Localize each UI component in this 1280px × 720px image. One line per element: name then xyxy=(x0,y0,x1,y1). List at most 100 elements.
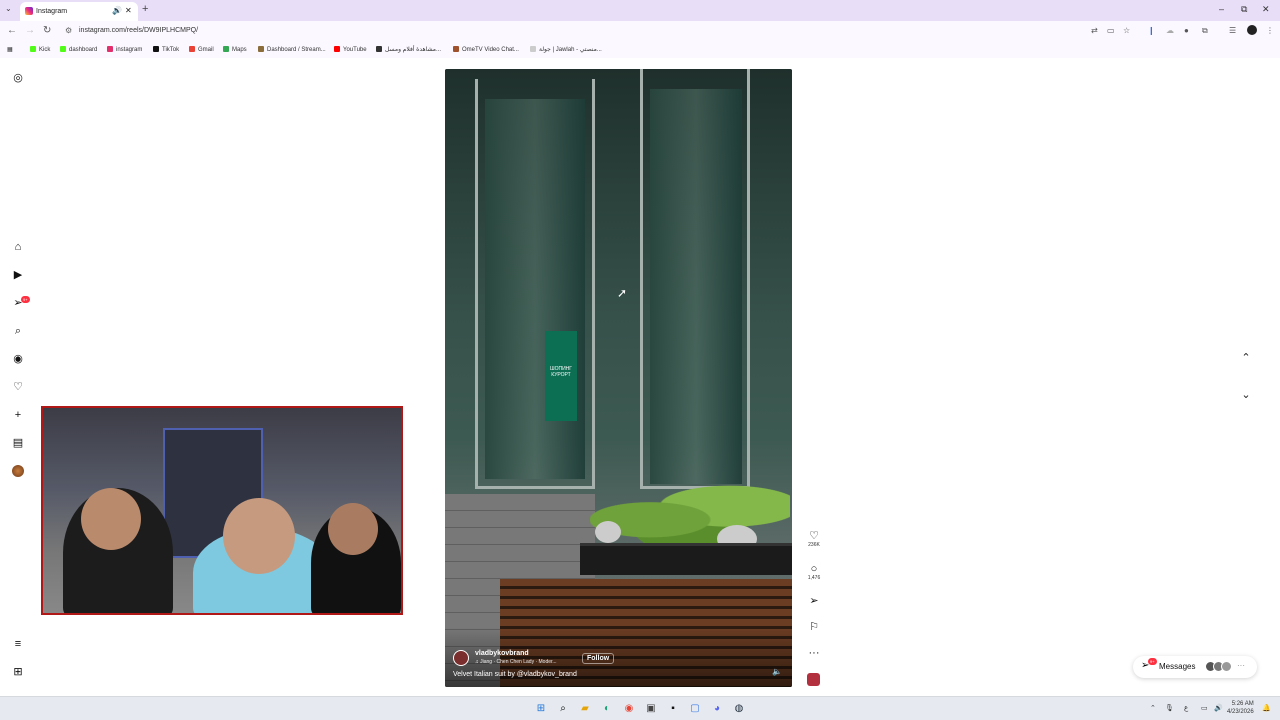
bookmark-ometv[interactable]: OmeTV Video Chat... xyxy=(453,46,519,53)
chrome-icon[interactable]: ◉ xyxy=(622,702,636,716)
stream-icon xyxy=(258,46,264,52)
tab-search-button[interactable]: ⌄ xyxy=(5,4,12,13)
file-explorer-icon[interactable]: ▰ xyxy=(578,702,592,716)
extension-badge-icon[interactable]: ● xyxy=(1184,26,1189,35)
bookmark-dashboard[interactable]: dashboard xyxy=(60,46,97,53)
window-close-button[interactable]: ✕ xyxy=(1262,4,1270,15)
avatar xyxy=(1221,661,1232,672)
speaker-icon[interactable]: 🔊 xyxy=(112,6,122,15)
forward-icon[interactable]: → xyxy=(25,25,35,36)
notifications-icon[interactable]: 🔔 xyxy=(1262,704,1271,712)
bookmark-jawlah[interactable]: جولة | Jawlah - منصتي... xyxy=(530,46,602,53)
bookmark-kick[interactable]: Kick xyxy=(30,46,50,53)
reel-author-avatar[interactable] xyxy=(453,650,469,666)
bookmark-star-icon[interactable]: ☆ xyxy=(1123,26,1130,35)
extension-icon[interactable]: ❙ xyxy=(1148,26,1155,35)
next-reel-button[interactable]: ⌄ xyxy=(1236,388,1256,408)
messages-badge: 9+ xyxy=(1148,658,1157,665)
original-audio-thumbnail[interactable] xyxy=(807,673,820,686)
more-icon: ··· xyxy=(808,647,820,659)
discord-icon[interactable]: ◕ xyxy=(710,702,724,716)
instagram-logo-icon[interactable]: ◎ xyxy=(11,71,25,85)
tray-overflow-icon[interactable]: ⌃ xyxy=(1150,704,1156,712)
browser-menu-icon[interactable]: ⋮ xyxy=(1266,26,1274,35)
windows-start-icon[interactable]: ⊞ xyxy=(534,702,548,716)
bookmarks-bar: ▦ Kick dashboard instagram TikTok Gmail … xyxy=(0,42,1280,58)
messages-button[interactable]: ➢ 9+ Messages ··· xyxy=(1133,656,1257,678)
share-button[interactable]: ➢ xyxy=(805,595,823,607)
messages-more: ··· xyxy=(1237,661,1245,670)
explore-icon[interactable]: ◉ xyxy=(11,352,25,366)
windows-taskbar: ⊞ ⌕ ▰ ◐ ◉ ▣ ▪ ▢ ◕ ◍ ⌃ 🎙 ع ▭ 🔊 5:26 AM 4/… xyxy=(0,696,1280,720)
translate-icon[interactable]: ⇄ xyxy=(1091,26,1098,35)
clock[interactable]: 5:26 AM 4/23/2026 xyxy=(1227,700,1254,716)
site-info-icon[interactable]: ⚙ xyxy=(65,26,72,35)
address-bar[interactable]: ⚙ instagram.com/reels/DW9IPLHCMPQ/ xyxy=(60,23,1140,40)
jawlah-icon xyxy=(530,46,536,52)
bookmark-dashboard-stream[interactable]: Dashboard / Stream... xyxy=(258,46,326,53)
new-tab-button[interactable]: + xyxy=(142,3,148,15)
comment-button[interactable]: ○ 1,476 xyxy=(805,563,823,581)
meta-apps-icon[interactable]: ⊞ xyxy=(11,665,25,679)
save-button[interactable]: ⚐ xyxy=(805,621,823,633)
maps-icon xyxy=(223,46,229,52)
more-menu-icon[interactable]: ≡ xyxy=(11,637,25,651)
app-icon[interactable]: ▢ xyxy=(688,702,702,716)
webcam-overlay xyxy=(41,406,403,615)
back-icon[interactable]: ← xyxy=(7,25,17,36)
volume-icon[interactable]: 🔊 xyxy=(1214,704,1223,712)
heart-icon[interactable]: ♡ xyxy=(11,380,25,394)
comment-icon: ○ xyxy=(810,563,818,575)
share-icon: ➢ xyxy=(809,595,819,607)
bookmark-gmail[interactable]: Gmail xyxy=(189,46,214,53)
reel-username[interactable]: vladbykovbrand xyxy=(475,650,529,657)
ometv-icon xyxy=(453,46,459,52)
bookmark-instagram[interactable]: instagram xyxy=(107,46,142,53)
mute-icon[interactable]: 🔈 xyxy=(772,667,782,676)
taskbar-search-icon[interactable]: ⌕ xyxy=(556,702,570,716)
network-icon[interactable]: ▭ xyxy=(1201,704,1208,712)
instagram-icon xyxy=(107,46,113,52)
edge-icon[interactable]: ◐ xyxy=(600,702,614,716)
home-icon[interactable]: ⌂ xyxy=(11,240,25,254)
reel-video[interactable]: ШОПИНГ КУРОРТ vladbykovbrand ♫ Jiang · C… xyxy=(445,69,792,687)
tab-title: Instagram xyxy=(36,8,68,15)
kick-icon xyxy=(60,46,66,52)
minimize-button[interactable]: – xyxy=(1219,4,1224,14)
bookmark-youtube[interactable]: YouTube xyxy=(334,46,367,53)
decorative-stone xyxy=(595,521,621,543)
tab-close-icon[interactable]: ✕ xyxy=(125,6,132,15)
media-control-icon[interactable]: ☰ xyxy=(1229,26,1236,35)
dashboard-icon[interactable]: ▤ xyxy=(11,436,25,450)
profile-avatar-icon[interactable] xyxy=(1247,25,1257,35)
apps-grid-icon[interactable]: ▦ xyxy=(7,46,13,53)
restore-button[interactable]: ⧉ xyxy=(1241,4,1247,15)
cloud-icon[interactable]: ☁ xyxy=(1166,26,1174,35)
microphone-icon[interactable]: 🎙 xyxy=(1165,704,1174,712)
person-left-face xyxy=(81,488,141,550)
profile-avatar[interactable] xyxy=(12,465,24,477)
terminal-icon[interactable]: ▪ xyxy=(666,702,680,716)
like-count: 236K xyxy=(808,542,820,548)
language-icon[interactable]: ع xyxy=(1184,704,1188,712)
reel-caption[interactable]: Velvet Italian suit by @vladbykov_brand xyxy=(453,671,577,678)
search-icon[interactable]: ⌕ xyxy=(11,324,25,338)
previous-reel-button[interactable]: ⌃ xyxy=(1236,351,1256,371)
like-button[interactable]: ♡ 236K xyxy=(805,530,823,548)
more-options-button[interactable]: ··· xyxy=(805,647,823,659)
reels-icon[interactable]: ▶ xyxy=(11,268,25,282)
tab-strip: ⌄ Instagram 🔊 ✕ + – ⧉ ✕ xyxy=(0,0,1280,21)
create-icon[interactable]: + xyxy=(11,408,25,422)
bookmark-tiktok[interactable]: TikTok xyxy=(153,46,179,53)
planter-box xyxy=(580,543,792,575)
cast-icon[interactable]: ▭ xyxy=(1107,26,1115,35)
bookmark-maps[interactable]: Maps xyxy=(223,46,247,53)
extensions-puzzle-icon[interactable]: ⧉ xyxy=(1202,26,1208,36)
steam-icon[interactable]: ◍ xyxy=(732,702,746,716)
reload-icon[interactable]: ↻ xyxy=(43,25,51,36)
bookmark-movies[interactable]: مشاهدة أفلام ومسل... xyxy=(376,46,441,53)
follow-button[interactable]: Follow xyxy=(582,653,615,664)
tab-instagram[interactable]: Instagram 🔊 ✕ xyxy=(20,2,138,21)
app-icon[interactable]: ▣ xyxy=(644,702,658,716)
reel-music[interactable]: ♫ Jiang · Chen Chen Lady · Moder... xyxy=(475,659,557,665)
